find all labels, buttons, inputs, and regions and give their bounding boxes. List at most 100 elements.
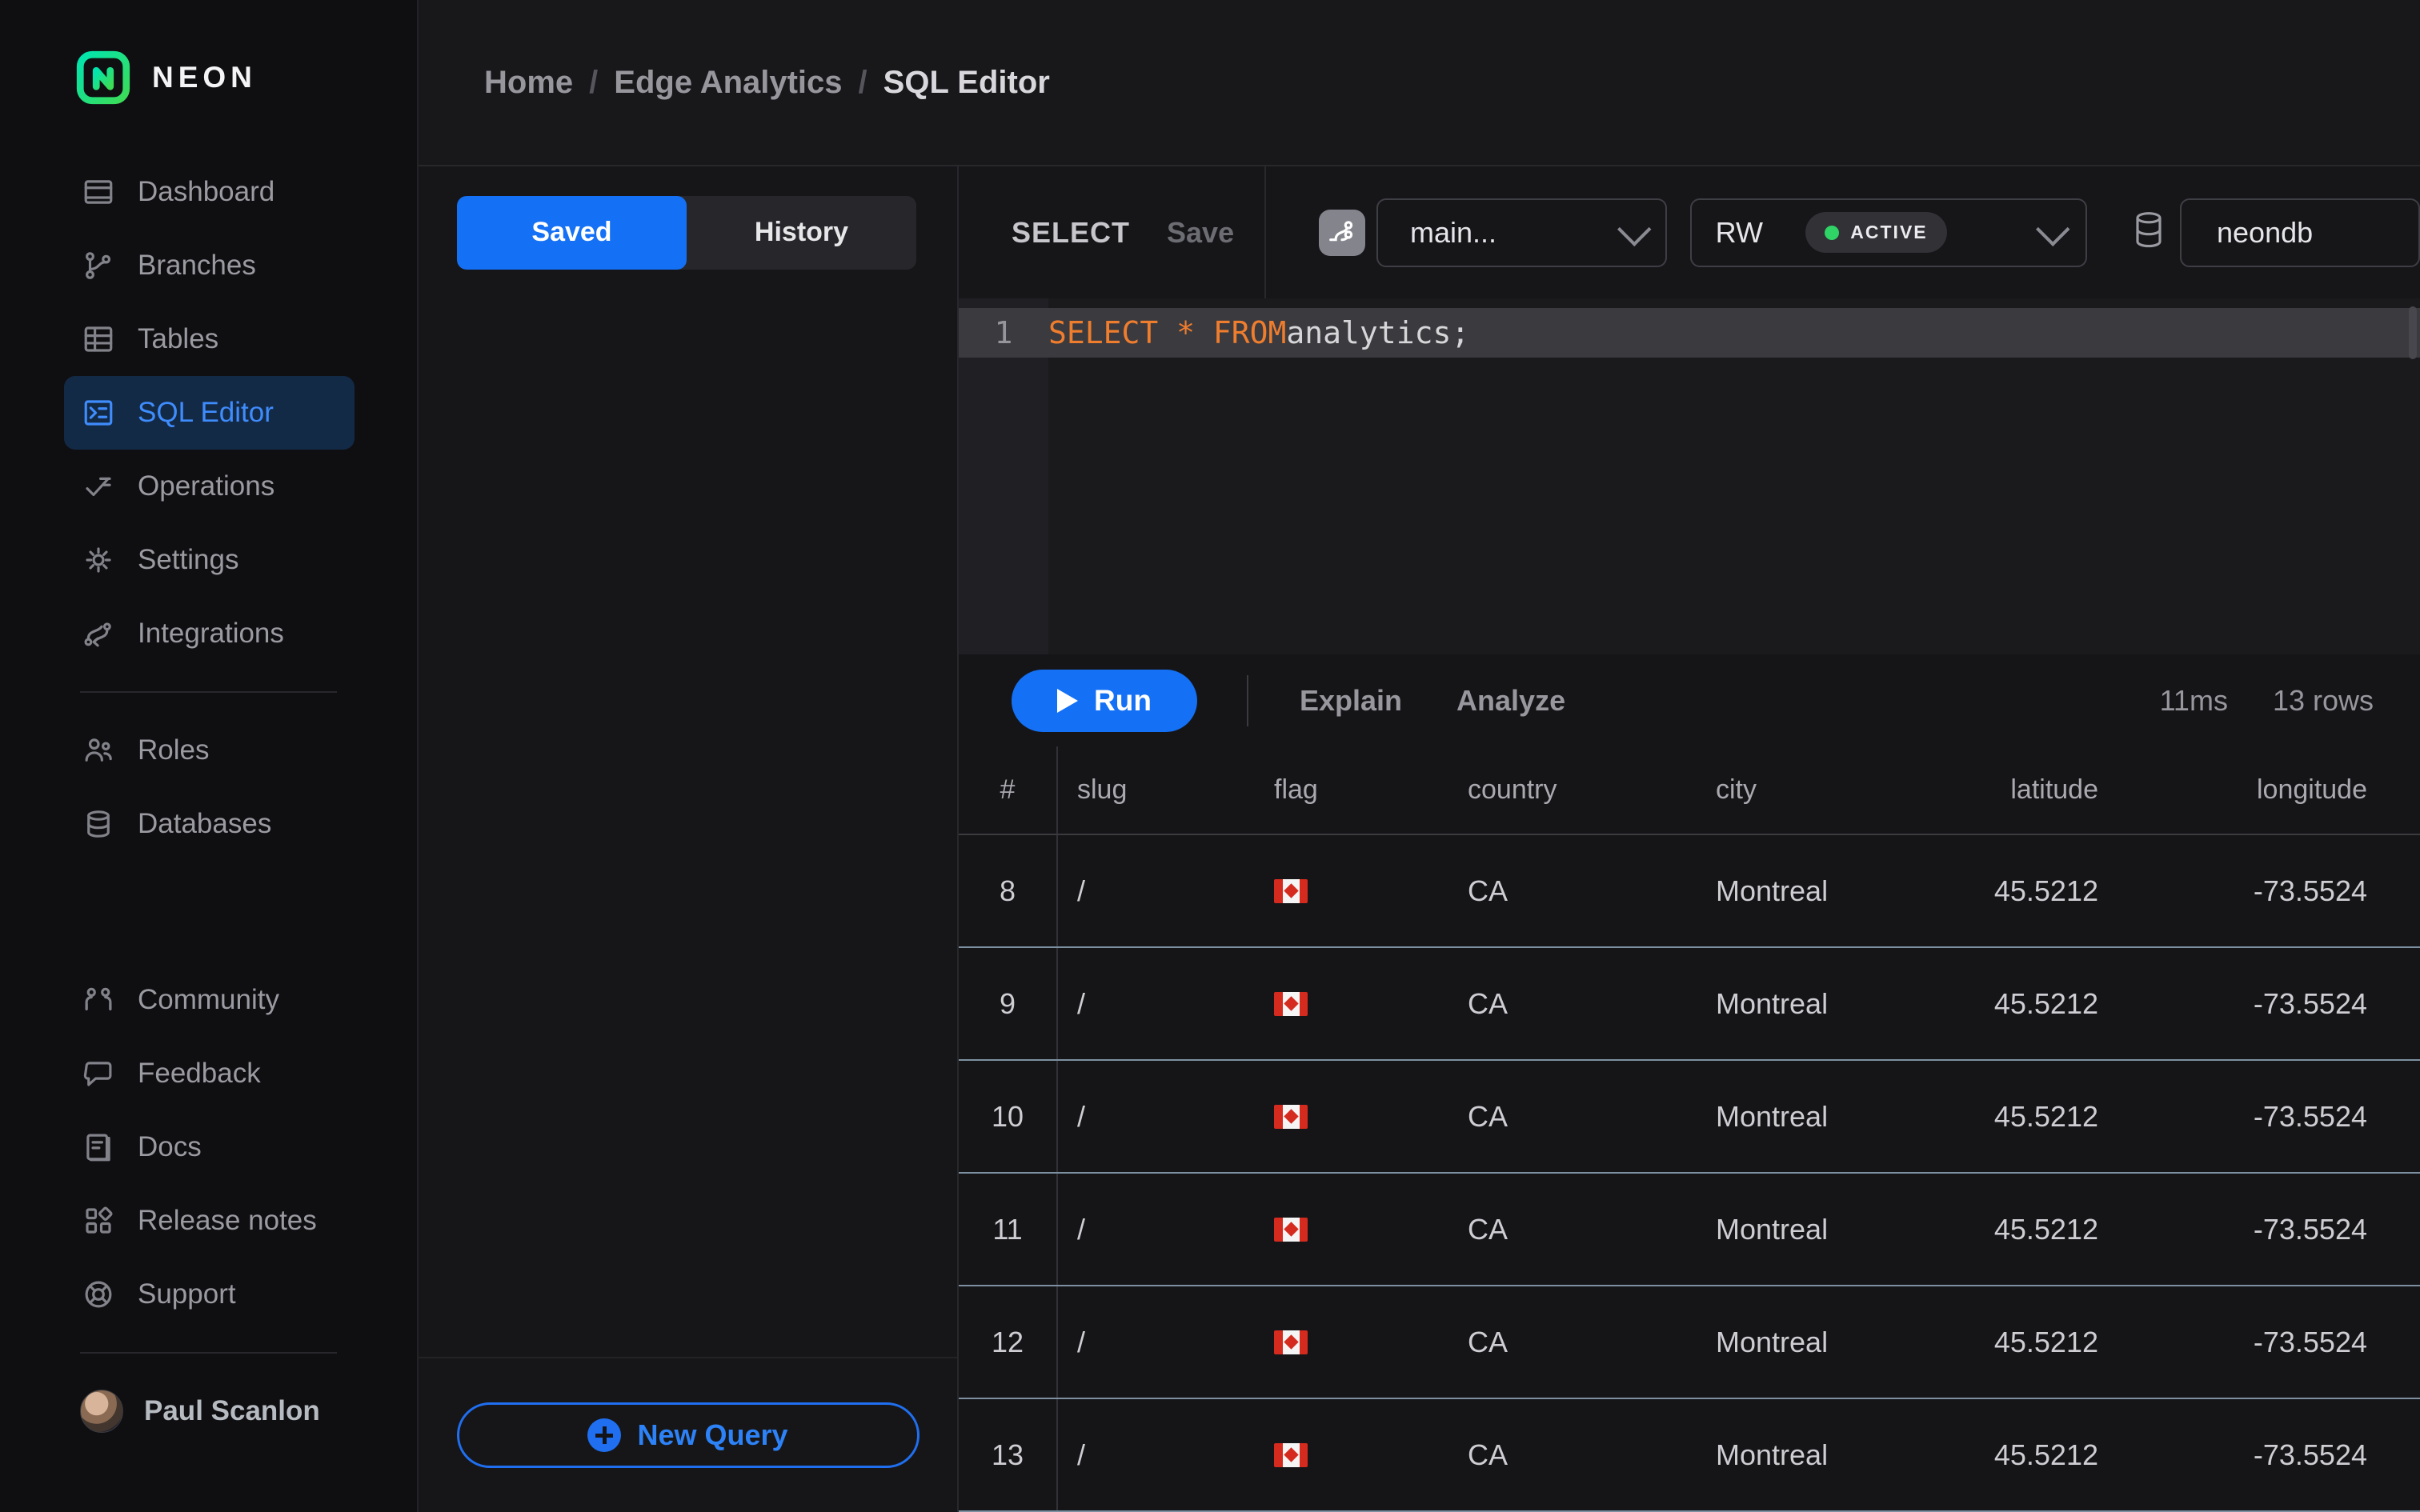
user-name: Paul Scanlon (144, 1395, 320, 1427)
table-row[interactable]: 10 / CA Montreal 45.5212 -73.5524 (959, 1061, 2420, 1174)
sidebar-item-sql-editor[interactable]: SQL Editor (64, 376, 355, 450)
breadcrumb-current: SQL Editor (883, 65, 1050, 101)
release-notes-icon (82, 1204, 115, 1238)
explain-button[interactable]: Explain (1295, 683, 1407, 718)
row-count: 13 rows (2273, 684, 2374, 718)
column-header-latitude: latitude (1935, 774, 2118, 806)
line-number: 1 (959, 315, 1048, 350)
sql-code-editor[interactable]: 1 SELECT * FROM analytics; (959, 298, 2420, 654)
sidebar: NEON Dashboard Branches Tables SQL Edito… (0, 0, 419, 1512)
column-header-index: # (959, 746, 1058, 834)
sidebar-item-settings[interactable]: Settings (64, 523, 355, 597)
compute-value: RW (1716, 216, 1763, 250)
sql-editor-icon (82, 396, 115, 430)
breadcrumb: Home / Edge Analytics / SQL Editor (419, 0, 2420, 166)
breadcrumb-home[interactable]: Home (484, 65, 573, 101)
column-header-flag: flag (1247, 774, 1447, 806)
compute-select[interactable]: RW ACTIVE (1690, 198, 2087, 267)
avatar (80, 1390, 123, 1433)
column-header-slug: slug (1058, 774, 1247, 806)
database-value: neondb (2217, 216, 2313, 250)
run-bar: Run Explain Analyze 11ms 13 rows (959, 654, 2420, 746)
breadcrumb-separator: / (859, 65, 867, 101)
breadcrumb-project[interactable]: Edge Analytics (614, 65, 842, 101)
sql-keyword: SELECT * FROM (1048, 315, 1286, 350)
toolbar-divider (1247, 675, 1248, 726)
column-header-longitude: longitude (2118, 774, 2386, 806)
table-row[interactable]: 11 / CA Montreal 45.5212 -73.5524 (959, 1174, 2420, 1286)
chevron-down-icon (1617, 212, 1651, 246)
user-menu[interactable]: Paul Scanlon (80, 1374, 355, 1448)
brand-name: NEON (152, 61, 257, 94)
databases-icon (82, 807, 115, 841)
canada-flag-icon (1274, 1218, 1308, 1242)
sidebar-divider (80, 691, 337, 693)
table-row[interactable]: 13 / CA Montreal 45.5212 -73.5524 (959, 1399, 2420, 1512)
play-icon (1057, 689, 1078, 713)
dashboard-icon (82, 175, 115, 209)
support-icon (82, 1278, 115, 1311)
code-line-1[interactable]: 1 SELECT * FROM analytics; (959, 308, 2420, 358)
table-row[interactable]: 8 / CA Montreal 45.5212 -73.5524 (959, 835, 2420, 948)
column-header-country: country (1447, 774, 1695, 806)
tab-history[interactable]: History (687, 196, 916, 270)
canada-flag-icon (1274, 1443, 1308, 1467)
table-header-row: # slug flag country city latitude longit… (959, 746, 2420, 835)
sidebar-item-databases[interactable]: Databases (64, 787, 355, 861)
feedback-icon (82, 1057, 115, 1090)
editor-toolbar: SELECT Save main... RW ACTIVE (959, 166, 2420, 298)
saved-queries-panel: New Query (419, 298, 959, 1512)
sidebar-item-branches[interactable]: Branches (64, 229, 355, 302)
sidebar-item-community[interactable]: Community (64, 963, 355, 1037)
column-header-city: city (1695, 774, 1935, 806)
queries-toolbar: Saved History (419, 166, 959, 298)
branch-chip (1319, 210, 1365, 256)
sidebar-item-feedback[interactable]: Feedback (64, 1037, 355, 1110)
editor-scrollbar[interactable] (2409, 306, 2417, 359)
operations-icon (82, 470, 115, 503)
status-badge: ACTIVE (1805, 212, 1946, 253)
sidebar-item-integrations[interactable]: Integrations (64, 597, 355, 670)
sidebar-item-roles[interactable]: Roles (64, 714, 355, 787)
database-icon (2132, 209, 2166, 256)
docs-icon (82, 1130, 115, 1164)
sidebar-item-dashboard[interactable]: Dashboard (64, 155, 355, 229)
saved-history-tabs: Saved History (457, 196, 916, 270)
tab-saved[interactable]: Saved (457, 196, 687, 270)
database-select[interactable]: neondb (2180, 198, 2420, 267)
sidebar-item-docs[interactable]: Docs (64, 1110, 355, 1184)
canada-flag-icon (1274, 1330, 1308, 1354)
brand-logo[interactable]: NEON (0, 48, 417, 107)
status-label: ACTIVE (1850, 222, 1927, 243)
sql-identifier: analytics; (1286, 315, 1469, 350)
new-query-area: New Query (419, 1358, 957, 1512)
branch-select[interactable]: main... (1376, 198, 1667, 267)
breadcrumb-separator: / (589, 65, 598, 101)
table-row[interactable]: 12 / CA Montreal 45.5212 -73.5524 (959, 1286, 2420, 1399)
branch-value: main... (1410, 216, 1496, 250)
sidebar-item-release-notes[interactable]: Release notes (64, 1184, 355, 1258)
active-dot-icon (1825, 226, 1839, 240)
sidebar-divider (80, 1352, 337, 1354)
canada-flag-icon (1274, 1105, 1308, 1129)
plus-icon (587, 1418, 621, 1452)
integrations-icon (82, 617, 115, 650)
analyze-button[interactable]: Analyze (1452, 683, 1570, 718)
run-button[interactable]: Run (1012, 670, 1197, 732)
save-button[interactable]: Save (1167, 216, 1234, 250)
community-icon (82, 983, 115, 1017)
query-duration: 11ms (2160, 684, 2228, 718)
sidebar-item-support[interactable]: Support (64, 1258, 355, 1331)
tables-icon (82, 322, 115, 356)
neon-logo-icon (75, 50, 131, 106)
sidebar-item-operations[interactable]: Operations (64, 450, 355, 523)
sidebar-nav: Dashboard Branches Tables SQL Editor Ope… (0, 155, 417, 1448)
canada-flag-icon (1274, 992, 1308, 1016)
sidebar-item-tables[interactable]: Tables (64, 302, 355, 376)
table-row[interactable]: 9 / CA Montreal 45.5212 -73.5524 (959, 948, 2420, 1061)
branches-icon (82, 249, 115, 282)
chevron-down-icon (2036, 212, 2069, 246)
new-query-button[interactable]: New Query (457, 1402, 920, 1468)
sidebar-spacer (0, 861, 417, 963)
canada-flag-icon (1274, 879, 1308, 903)
